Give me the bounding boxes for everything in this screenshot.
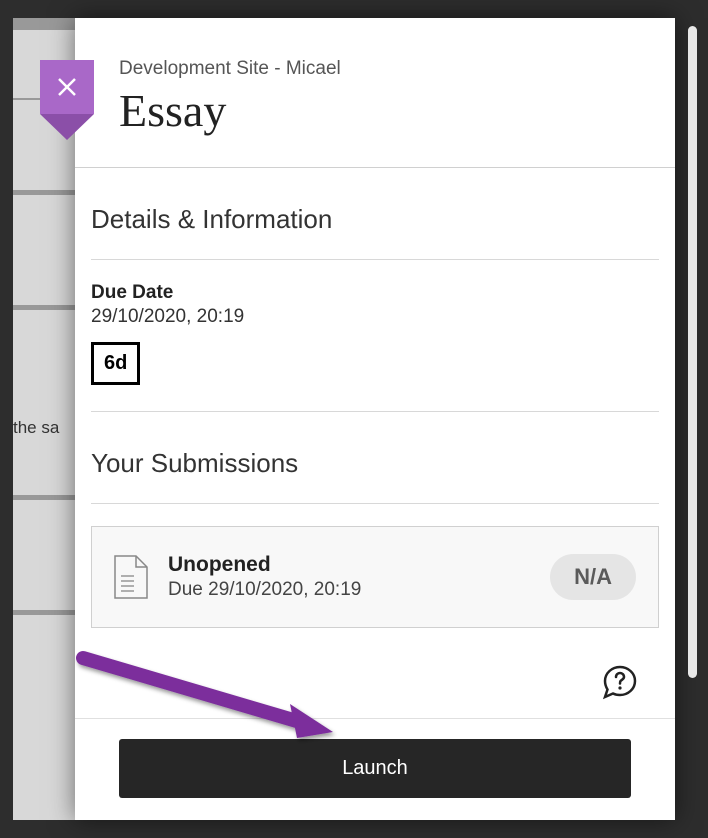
submission-status: Unopened: [168, 553, 530, 577]
page-title: Essay: [119, 84, 631, 137]
scrollbar[interactable]: [688, 26, 697, 678]
close-icon: [55, 75, 79, 99]
days-remaining-badge: 6d: [91, 342, 140, 385]
background-row: [13, 500, 75, 610]
site-name: Development Site - Micael: [119, 58, 631, 80]
submission-card[interactable]: Unopened Due 29/10/2020, 20:19 N/A: [91, 526, 659, 628]
launch-button[interactable]: Launch: [119, 739, 631, 798]
background-row: [13, 195, 75, 305]
background-text: the sa: [13, 415, 75, 441]
panel-header: Development Site - Micael Essay: [75, 18, 675, 168]
background-row: [13, 615, 75, 820]
due-date-label: Due Date: [91, 282, 659, 304]
assignment-panel: Development Site - Micael Essay Details …: [75, 18, 675, 820]
submission-due-text: Due 29/10/2020, 20:19: [168, 579, 530, 601]
help-icon: [601, 664, 639, 702]
details-section-title: Details & Information: [91, 168, 659, 260]
help-button[interactable]: [601, 664, 639, 702]
due-date-value: 29/10/2020, 20:19: [91, 306, 659, 328]
document-icon: [114, 555, 148, 599]
panel-content: Details & Information Due Date 29/10/202…: [75, 168, 675, 718]
grade-pill: N/A: [550, 554, 636, 600]
panel-footer: Launch: [75, 718, 675, 820]
close-button[interactable]: [40, 60, 94, 114]
submission-info: Unopened Due 29/10/2020, 20:19: [168, 553, 530, 601]
submissions-section-title: Your Submissions: [91, 412, 659, 504]
background-row: [13, 310, 75, 495]
